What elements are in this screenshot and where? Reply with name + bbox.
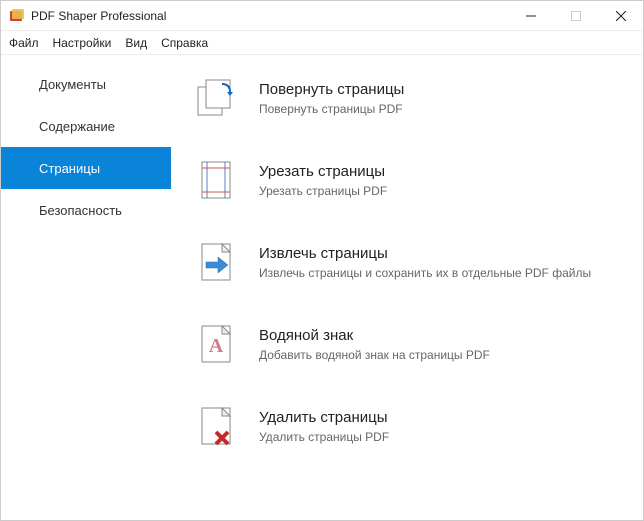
delete-pages-icon <box>191 401 241 451</box>
sidebar: Документы Содержание Страницы Безопаснос… <box>1 55 171 520</box>
main-content: Повернуть страницы Повернуть страницы PD… <box>171 55 643 520</box>
feature-desc: Добавить водяной знак на страницы PDF <box>259 348 633 362</box>
sidebar-item-label: Страницы <box>39 161 100 176</box>
feature-rotate[interactable]: Повернуть страницы Повернуть страницы PD… <box>191 73 633 123</box>
feature-crop[interactable]: Урезать страницы Урезать страницы PDF <box>191 155 633 205</box>
sidebar-item-documents[interactable]: Документы <box>1 63 171 105</box>
sidebar-item-label: Безопасность <box>39 203 122 218</box>
feature-text: Удалить страницы Удалить страницы PDF <box>259 409 633 444</box>
app-icon <box>9 8 25 24</box>
feature-title: Удалить страницы <box>259 409 633 426</box>
sidebar-item-label: Документы <box>39 77 106 92</box>
feature-desc: Урезать страницы PDF <box>259 184 633 198</box>
titlebar: PDF Shaper Professional <box>1 1 643 31</box>
feature-text: Извлечь страницы Извлечь страницы и сохр… <box>259 245 633 280</box>
extract-pages-icon <box>191 237 241 287</box>
feature-desc: Повернуть страницы PDF <box>259 102 633 116</box>
feature-text: Повернуть страницы Повернуть страницы PD… <box>259 81 633 116</box>
feature-text: Урезать страницы Урезать страницы PDF <box>259 163 633 198</box>
minimize-button[interactable] <box>508 1 553 31</box>
feature-title: Повернуть страницы <box>259 81 633 98</box>
feature-title: Урезать страницы <box>259 163 633 180</box>
svg-text:A: A <box>209 335 224 357</box>
menu-view[interactable]: Вид <box>125 36 147 50</box>
sidebar-item-content[interactable]: Содержание <box>1 105 171 147</box>
close-button[interactable] <box>598 1 643 31</box>
sidebar-item-label: Содержание <box>39 119 115 134</box>
feature-title: Водяной знак <box>259 327 633 344</box>
menu-settings[interactable]: Настройки <box>53 36 112 50</box>
feature-text: Водяной знак Добавить водяной знак на ст… <box>259 327 633 362</box>
sidebar-item-pages[interactable]: Страницы <box>1 147 171 189</box>
feature-desc: Удалить страницы PDF <box>259 430 633 444</box>
body: Документы Содержание Страницы Безопаснос… <box>1 55 643 520</box>
feature-desc: Извлечь страницы и сохранить их в отдель… <box>259 266 633 280</box>
sidebar-item-security[interactable]: Безопасность <box>1 189 171 231</box>
feature-title: Извлечь страницы <box>259 245 633 262</box>
maximize-button[interactable] <box>553 1 598 31</box>
window-controls <box>508 1 643 30</box>
menu-help[interactable]: Справка <box>161 36 208 50</box>
crop-pages-icon <box>191 155 241 205</box>
menu-file[interactable]: Файл <box>9 36 39 50</box>
menubar: Файл Настройки Вид Справка <box>1 31 643 55</box>
feature-watermark[interactable]: A Водяной знак Добавить водяной знак на … <box>191 319 633 369</box>
window-title: PDF Shaper Professional <box>31 9 508 23</box>
watermark-icon: A <box>191 319 241 369</box>
feature-delete[interactable]: Удалить страницы Удалить страницы PDF <box>191 401 633 451</box>
feature-extract[interactable]: Извлечь страницы Извлечь страницы и сохр… <box>191 237 633 287</box>
rotate-pages-icon <box>191 73 241 123</box>
